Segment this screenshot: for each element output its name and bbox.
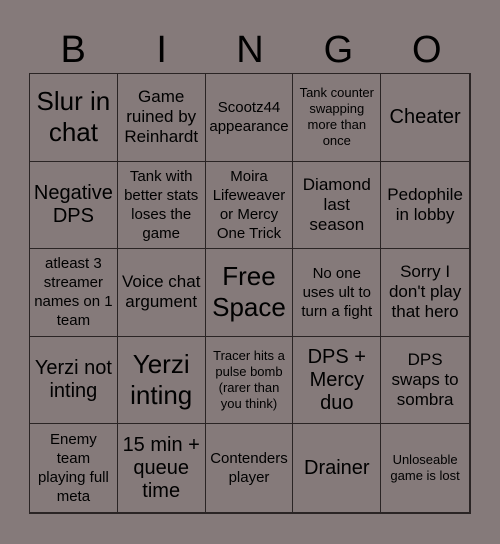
bingo-header: B I N G O: [29, 28, 471, 72]
cell-text: Negative DPS: [33, 181, 113, 227]
header-letter-n: N: [236, 29, 264, 71]
bingo-cell[interactable]: atleast 3 streamer names on 1 team: [30, 249, 118, 337]
cell-text: Enemy team playing full meta: [37, 431, 109, 506]
bingo-cell[interactable]: Diamond last season: [293, 161, 382, 250]
bingo-cell[interactable]: Enemy team playing full meta: [30, 424, 118, 512]
cell-text: Tank with better stats loses the game: [124, 167, 199, 242]
bingo-cell[interactable]: Voice chat argument: [117, 249, 206, 337]
bingo-cell[interactable]: Pedophile in lobby: [381, 162, 469, 250]
bingo-cell[interactable]: No one uses ult to turn a fight: [293, 249, 382, 337]
cell-text: Scootz44 appearance: [209, 99, 289, 136]
header-letter-b: B: [60, 29, 86, 71]
bingo-cell[interactable]: 15 min + queue time: [118, 424, 206, 512]
cell-text: Pedophile in lobby: [387, 184, 463, 224]
bingo-cell[interactable]: Cheater: [381, 74, 469, 162]
bingo-cell[interactable]: Slur in chat: [30, 74, 118, 162]
cell-text: Cheater: [389, 105, 461, 128]
cell-text: Diamond last season: [302, 174, 371, 234]
cell-text: Tracer hits a pulse bomb (rarer than you…: [213, 348, 285, 412]
cell-text: Free Space: [212, 261, 286, 323]
bingo-cell[interactable]: Unloseable game is lost: [381, 424, 469, 512]
bingo-cell[interactable]: Yerzi inting: [117, 336, 206, 425]
cell-text: Slur in chat: [36, 86, 111, 148]
cell-text: Contenders player: [210, 450, 288, 487]
cell-text: Moira Lifeweaver or Mercy One Trick: [212, 167, 286, 242]
cell-text: Voice chat argument: [121, 272, 201, 312]
bingo-cell[interactable]: DPS + Mercy duo: [293, 336, 382, 425]
cell-text: Game ruined by Reinhardt: [124, 87, 199, 147]
bingo-cell[interactable]: Moira Lifeweaver or Mercy One Trick: [205, 161, 294, 250]
cell-text: Drainer: [304, 456, 370, 479]
bingo-cell[interactable]: Tracer hits a pulse bomb (rarer than you…: [205, 336, 294, 425]
cell-text: Sorry I don't play that hero: [388, 262, 462, 322]
cell-text: atleast 3 streamer names on 1 team: [34, 255, 113, 330]
bingo-cell[interactable]: Negative DPS: [30, 161, 118, 250]
bingo-cell[interactable]: Scootz44 appearance: [205, 74, 294, 162]
cell-text: DPS + Mercy duo: [307, 345, 366, 414]
cell-text: Tank counter swapping more than once: [299, 85, 374, 149]
cell-text: DPS swaps to sombra: [391, 350, 459, 410]
bingo-cell[interactable]: Contenders player: [206, 424, 294, 512]
bingo-cell[interactable]: DPS swaps to sombra: [381, 337, 469, 425]
header-letter-i: I: [156, 29, 167, 71]
bingo-cell[interactable]: Tank with better stats loses the game: [117, 161, 206, 250]
cell-text: Unloseable game is lost: [390, 452, 460, 484]
bingo-cell[interactable]: Drainer: [293, 424, 382, 512]
bingo-cell[interactable]: Game ruined by Reinhardt: [117, 74, 206, 162]
free-space-cell[interactable]: Free Space: [205, 249, 294, 337]
header-letter-g: G: [323, 29, 354, 71]
bingo-cell[interactable]: Sorry I don't play that hero: [381, 249, 469, 337]
cell-text: Yerzi inting: [130, 349, 193, 411]
cell-text: No one uses ult to turn a fight: [301, 264, 373, 320]
header-letter-o: O: [412, 29, 442, 71]
bingo-cell[interactable]: Yerzi not inting: [30, 336, 118, 425]
bingo-cell[interactable]: Tank counter swapping more than once: [293, 74, 382, 162]
cell-text: 15 min + queue time: [122, 433, 200, 502]
cell-text: Yerzi not inting: [34, 357, 112, 403]
bingo-board: Slur in chat Game ruined by Reinhardt Sc…: [29, 73, 471, 514]
